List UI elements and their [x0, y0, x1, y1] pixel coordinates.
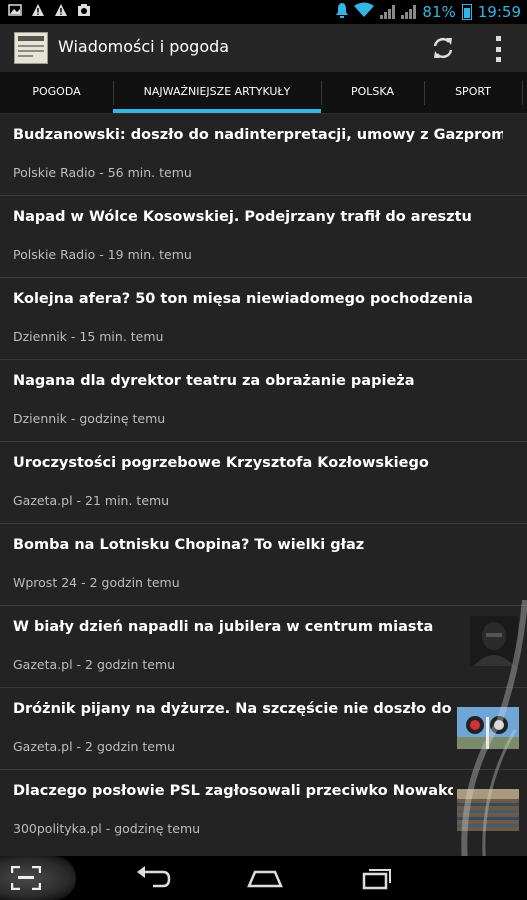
article-meta: Gazeta.pl - 2 godzin temu	[13, 657, 176, 672]
article-time: 56 min. temu	[107, 165, 192, 180]
signal-icon	[401, 5, 417, 19]
article-time: 2 godzin temu	[89, 575, 180, 590]
article-source: Polskie Radio	[13, 165, 96, 180]
camera-icon	[77, 3, 91, 17]
recent-apps-icon[interactable]	[358, 864, 398, 892]
article-time: 2 godzin temu	[85, 739, 176, 754]
article-source: Wprost 24	[13, 575, 78, 590]
article-time: 2 godzin temu	[85, 657, 176, 672]
gallery-icon	[8, 3, 22, 17]
article-time: 19 min. temu	[107, 247, 192, 262]
masked-man-thumbnail	[470, 616, 518, 666]
battery-icon	[461, 4, 472, 20]
list-item[interactable]: Kolejna afera? 50 ton mięsa niewiadomego…	[0, 278, 527, 360]
list-item[interactable]: Uroczystości pogrzebowe Krzysztofa Kozło…	[0, 442, 527, 524]
wifi-icon	[354, 2, 375, 22]
article-meta: Polskie Radio - 19 min. temu	[13, 247, 192, 262]
article-title: Nagana dla dyrektor teatru za obrażanie …	[13, 373, 415, 389]
tab-polska[interactable]: POLSKA	[321, 72, 424, 114]
article-source: Dziennik	[13, 329, 67, 344]
back-icon[interactable]	[133, 864, 173, 892]
warning-icon	[31, 3, 45, 17]
article-title: Kolejna afera? 50 ton mięsa niewiadomego…	[13, 291, 473, 307]
app-title: Wiadomości i pogoda	[58, 37, 230, 56]
article-list: Budzanowski: doszło do nadinterpretacji,…	[0, 114, 527, 852]
tab-najwazniejsze-artykuly[interactable]: NAJWAŻNIEJSZE ARTYKUŁY	[113, 72, 321, 114]
article-time: 21 min. temu	[85, 493, 170, 508]
article-time: godzinę temu	[79, 411, 166, 426]
selected-tab-indicator	[113, 109, 321, 113]
article-source: Gazeta.pl	[13, 493, 73, 508]
warning-icon	[54, 3, 68, 17]
tab-pogoda[interactable]: POGODA	[0, 72, 113, 114]
article-source: Dziennik	[13, 411, 67, 426]
article-meta: 300polityka.pl - godzinę temu	[13, 821, 201, 836]
article-title: Bomba na Lotnisku Chopina? To wielki gła…	[13, 537, 365, 553]
list-item[interactable]: Budzanowski: doszło do nadinterpretacji,…	[0, 114, 527, 196]
overflow-menu-icon[interactable]	[490, 36, 506, 62]
newspaper-icon[interactable]	[14, 32, 48, 64]
parliament-thumbnail	[457, 789, 519, 831]
article-meta: Gazeta.pl - 21 min. temu	[13, 493, 170, 508]
article-meta: Dziennik - godzinę temu	[13, 411, 166, 426]
list-item[interactable]: Dróżnik pijany na dyżurze. Na szczęście …	[0, 688, 527, 770]
article-source: Gazeta.pl	[13, 739, 73, 754]
article-source: Gazeta.pl	[13, 657, 73, 672]
article-title: W biały dzień napadli na jubilera w cent…	[13, 619, 434, 635]
list-item[interactable]: Dlaczego posłowie PSL zagłosowali przeci…	[0, 770, 527, 852]
clock: 19:59	[477, 3, 521, 21]
article-source: 300polityka.pl	[13, 821, 102, 836]
scan-icon[interactable]	[0, 856, 76, 900]
status-bar: 81% 19:59	[0, 0, 527, 24]
article-title: Dróżnik pijany na dyżurze. Na szczęście …	[13, 701, 453, 717]
refresh-icon[interactable]	[430, 35, 456, 61]
battery-percent: 81%	[422, 3, 456, 21]
list-item[interactable]: Napad w Wólce Kosowskiej. Podejrzany tra…	[0, 196, 527, 278]
article-title: Budzanowski: doszło do nadinterpretacji,…	[13, 127, 503, 143]
home-icon[interactable]	[245, 864, 285, 892]
article-meta: Polskie Radio - 56 min. temu	[13, 165, 192, 180]
article-title: Uroczystości pogrzebowe Krzysztofa Kozło…	[13, 455, 429, 471]
navigation-bar	[0, 856, 527, 900]
article-time: godzinę temu	[114, 821, 201, 836]
tab-bar: POGODA NAJWAŻNIEJSZE ARTYKUŁY POLSKA SPO…	[0, 72, 527, 114]
article-source: Polskie Radio	[13, 247, 96, 262]
railway-crossing-thumbnail	[457, 707, 519, 749]
signal-icon	[380, 5, 396, 19]
article-meta: Wprost 24 - 2 godzin temu	[13, 575, 180, 590]
article-title: Napad w Wólce Kosowskiej. Podejrzany tra…	[13, 209, 472, 225]
list-item[interactable]: Nagana dla dyrektor teatru za obrażanie …	[0, 360, 527, 442]
article-meta: Gazeta.pl - 2 godzin temu	[13, 739, 176, 754]
action-bar: Wiadomości i pogoda	[0, 24, 527, 72]
article-time: 15 min. temu	[79, 329, 164, 344]
tab-sport[interactable]: SPORT	[424, 72, 522, 114]
article-title: Dlaczego posłowie PSL zagłosowali przeci…	[13, 783, 453, 799]
alarm-icon	[336, 2, 349, 22]
list-item[interactable]: W biały dzień napadli na jubilera w cent…	[0, 606, 527, 688]
article-meta: Dziennik - 15 min. temu	[13, 329, 164, 344]
list-item[interactable]: Bomba na Lotnisku Chopina? To wielki gła…	[0, 524, 527, 606]
